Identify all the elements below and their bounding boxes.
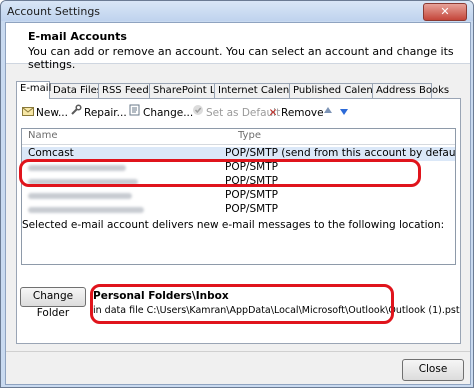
account-toolbar: New... Repair... Change... Set as Defaul… [17, 104, 457, 122]
window-title: Account Settings [7, 5, 101, 18]
account-name-redacted [28, 203, 144, 216]
account-name: Comcast [28, 147, 74, 159]
tab-email[interactable]: E-mail [16, 81, 51, 99]
account-name-redacted [28, 175, 138, 188]
new-button[interactable]: New... [21, 104, 68, 122]
tab-internet-calendars[interactable]: Internet Calendars [214, 83, 311, 98]
account-settings-window: Account Settings ✕ E-mail Accounts You c… [0, 0, 474, 388]
delivery-folder: Personal Folders\Inbox [93, 290, 229, 302]
change-button[interactable]: Change... [128, 104, 193, 122]
repair-icon [69, 104, 83, 122]
tab-sharepoint-lists[interactable]: SharePoint Lists [149, 83, 233, 98]
checkmark-icon [191, 104, 205, 122]
tab-address-books[interactable]: Address Books [372, 83, 449, 98]
account-type: POP/SMTP [225, 189, 278, 201]
account-row[interactable]: POP/SMTP [22, 189, 455, 203]
account-name-redacted [28, 189, 132, 202]
tab-rss-feeds[interactable]: RSS Feeds [98, 83, 154, 98]
new-button-label: New... [36, 107, 68, 119]
move-up-button[interactable] [321, 104, 336, 122]
repair-button[interactable]: Repair... [69, 104, 127, 122]
repair-button-label: Repair... [84, 107, 127, 119]
account-type: POP/SMTP (send from this account by defa… [225, 147, 456, 159]
tab-published-calendars[interactable]: Published Calendars [289, 83, 395, 98]
change-icon [128, 104, 142, 122]
header-description: You can add or remove an account. You ca… [28, 45, 454, 71]
delivery-data-file-path: in data file C:\Users\Kamran\AppData\Loc… [93, 305, 460, 316]
account-name-redacted [28, 161, 126, 174]
delivery-location: Personal Folders\Inbox in data file C:\U… [90, 287, 460, 317]
window-close-button[interactable]: ✕ [423, 3, 467, 21]
new-mail-icon [21, 104, 35, 122]
tab-data-files[interactable]: Data Files [49, 83, 102, 98]
footer-divider [6, 351, 470, 352]
account-row[interactable]: POP/SMTP [22, 175, 455, 189]
delivery-location-description: Selected e-mail account delivers new e-m… [22, 219, 445, 231]
move-down-button[interactable] [337, 104, 352, 122]
title-bar: Account Settings ✕ [1, 1, 473, 21]
close-button[interactable]: Close [402, 359, 464, 381]
arrow-down-icon [337, 104, 351, 122]
account-row[interactable]: POP/SMTP [22, 161, 455, 175]
change-button-label: Change... [143, 107, 194, 119]
arrow-up-icon [321, 104, 335, 122]
account-type: POP/SMTP [225, 161, 278, 173]
accounts-list[interactable]: Name Type Comcast POP/SMTP (send from th… [21, 128, 456, 265]
remove-button-label: Remove [281, 107, 324, 119]
header-title: E-mail Accounts [28, 30, 127, 43]
account-row[interactable]: Comcast POP/SMTP (send from this account… [22, 147, 455, 161]
remove-x-icon: ✕ [268, 107, 278, 119]
account-row[interactable]: POP/SMTP [22, 203, 455, 217]
dialog-body: E-mail Accounts You can add or remove an… [5, 22, 471, 385]
account-type: POP/SMTP [225, 175, 278, 187]
dialog-header: E-mail Accounts You can add or remove an… [6, 23, 470, 71]
account-type: POP/SMTP [225, 203, 278, 215]
remove-button[interactable]: ✕ Remove [266, 104, 324, 122]
accounts-list-header: Name Type [22, 129, 455, 145]
column-header-type[interactable]: Type [238, 130, 261, 141]
change-folder-button[interactable]: Change Folder [20, 287, 86, 319]
column-header-name[interactable]: Name [28, 130, 58, 141]
